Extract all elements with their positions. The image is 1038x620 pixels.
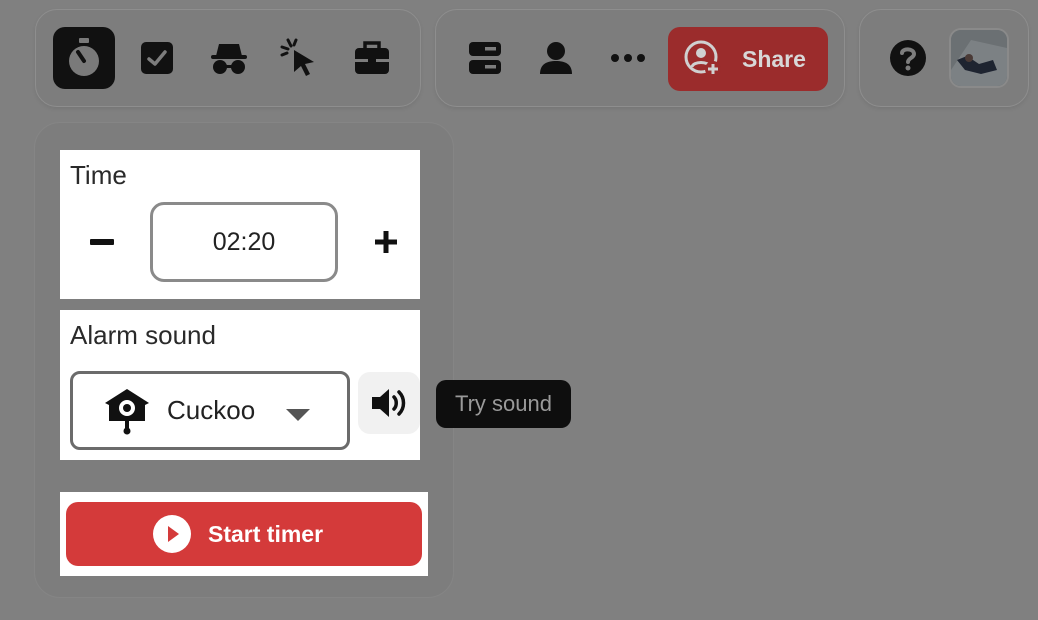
voting-tool-button[interactable] xyxy=(126,27,188,89)
user-icon xyxy=(540,42,572,74)
more-options-button[interactable] xyxy=(597,27,659,89)
avatar[interactable] xyxy=(949,28,1009,88)
start-timer-label: Start timer xyxy=(208,520,324,547)
add-user-icon xyxy=(684,40,721,77)
layout-list-icon xyxy=(469,42,501,74)
ellipsis-icon xyxy=(611,54,645,62)
alarm-section: Alarm sound Cuckoo xyxy=(60,310,420,460)
account-toolbar xyxy=(859,9,1029,107)
toolbox-button[interactable] xyxy=(341,27,403,89)
board-toolbar: Share xyxy=(435,9,845,107)
speaker-icon xyxy=(372,389,406,417)
alarm-title: Alarm sound xyxy=(70,320,216,350)
cuckoo-clock-icon xyxy=(105,388,149,434)
minus-icon xyxy=(90,239,114,245)
start-timer-button[interactable]: Start timer xyxy=(66,502,422,566)
time-section: Time 02:20 xyxy=(60,150,420,299)
try-sound-tooltip: Try sound xyxy=(436,380,571,428)
help-button[interactable] xyxy=(877,27,939,89)
follow-cursor-button[interactable] xyxy=(269,27,331,89)
avatar-image xyxy=(951,30,1007,86)
share-button[interactable]: Share xyxy=(668,27,828,91)
increase-time-button[interactable] xyxy=(368,224,404,260)
stopwatch-icon xyxy=(69,38,99,76)
help-icon xyxy=(890,40,926,76)
try-sound-button[interactable] xyxy=(358,372,420,434)
play-icon xyxy=(153,515,191,553)
timer-tool-button[interactable] xyxy=(53,27,115,89)
alarm-sound-select[interactable]: Cuckoo xyxy=(70,371,350,450)
alarm-sound-value: Cuckoo xyxy=(167,395,256,425)
incognito-icon xyxy=(211,44,247,74)
tools-toolbar xyxy=(35,9,421,107)
plus-icon xyxy=(375,231,397,253)
collaborators-button[interactable] xyxy=(525,27,587,89)
time-input[interactable]: 02:20 xyxy=(150,202,338,282)
time-title: Time xyxy=(70,160,127,190)
start-section: Start timer xyxy=(60,492,428,576)
decrease-time-button[interactable] xyxy=(84,224,120,260)
toolbox-icon xyxy=(355,41,389,74)
private-mode-button[interactable] xyxy=(198,27,260,89)
board-outline-button[interactable] xyxy=(454,27,516,89)
chevron-down-icon xyxy=(286,409,310,421)
share-button-label: Share xyxy=(742,45,806,72)
cursor-click-icon xyxy=(280,38,314,76)
checkbox-icon xyxy=(141,42,173,74)
